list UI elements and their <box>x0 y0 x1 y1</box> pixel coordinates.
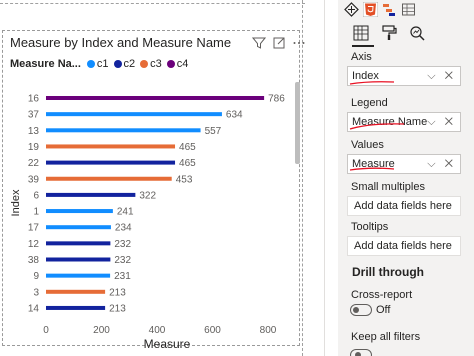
small-multiples-drop-zone[interactable]: Add data fields here <box>347 196 461 216</box>
bar[interactable] <box>46 128 201 133</box>
x-tick-label: 800 <box>260 325 277 336</box>
toggle-knob <box>355 352 361 356</box>
data-label: 465 <box>179 158 196 169</box>
small-multiples-label: Small multiples <box>351 181 425 193</box>
y-tick-label: 1 <box>33 207 39 218</box>
toggle-knob <box>353 307 359 313</box>
bar[interactable] <box>46 144 176 149</box>
x-tick-label: 600 <box>204 325 221 336</box>
keep-filters-label: Keep all filters <box>351 331 421 343</box>
y-tick-label: 9 <box>33 271 39 282</box>
active-tab-indicator <box>352 45 374 47</box>
pane-tabs <box>352 24 426 42</box>
bar[interactable] <box>46 241 111 246</box>
bar[interactable] <box>46 289 106 294</box>
data-label: 241 <box>117 207 134 218</box>
data-label: 453 <box>176 174 193 185</box>
annotation-underline-axis <box>349 81 395 85</box>
table-icon[interactable] <box>401 2 416 17</box>
bar[interactable] <box>46 257 111 262</box>
values-field-controls[interactable]: ⌵ ✕ <box>427 158 456 171</box>
axis-field-controls[interactable]: ⌵ ✕ <box>427 70 456 83</box>
x-tick-label: 0 <box>43 325 49 336</box>
bar[interactable] <box>46 305 106 310</box>
y-tick-label: 37 <box>28 110 40 121</box>
bar-chart-visual[interactable]: Measure by Index and Measure Name Measur… <box>0 0 305 356</box>
legend-field-controls[interactable]: ⌵ ✕ <box>427 116 456 129</box>
tooltips-label: Tooltips <box>351 221 389 233</box>
data-label: 232 <box>114 239 131 250</box>
data-label: 557 <box>205 126 222 137</box>
cross-report-state: Off <box>376 304 391 316</box>
html5-icon[interactable] <box>362 1 379 18</box>
panel-gap <box>305 0 324 356</box>
bar[interactable] <box>46 225 111 230</box>
tooltips-placeholder: Add data fields here <box>354 240 452 252</box>
x-tick-label: 200 <box>93 325 110 336</box>
bar[interactable] <box>46 112 222 117</box>
drill-through-heading: Drill through <box>352 265 424 279</box>
annotation-underline-values <box>349 167 395 171</box>
y-tick-label: 6 <box>33 190 39 201</box>
bar[interactable] <box>46 160 176 165</box>
cross-report-label: Cross-report <box>351 289 413 301</box>
y-tick-label: 16 <box>28 94 40 105</box>
y-tick-label: 13 <box>28 126 40 137</box>
fields-icon[interactable] <box>352 24 370 42</box>
bar[interactable] <box>46 192 136 197</box>
data-label: 213 <box>109 303 126 314</box>
y-tick-label: 17 <box>28 223 40 234</box>
hierarchy-icon[interactable] <box>382 2 397 17</box>
data-label: 213 <box>109 287 126 298</box>
data-label: 465 <box>179 142 196 153</box>
cross-report-toggle[interactable] <box>350 304 372 316</box>
data-label: 786 <box>268 94 285 105</box>
bar[interactable] <box>46 273 111 278</box>
bar[interactable] <box>46 176 172 181</box>
panel-separator <box>324 0 325 356</box>
data-label: 232 <box>114 255 131 266</box>
y-tick-label: 14 <box>28 303 40 314</box>
data-label: 322 <box>139 190 156 201</box>
y-tick-label: 38 <box>28 255 40 266</box>
keep-filters-toggle[interactable] <box>350 349 372 356</box>
data-label: 234 <box>115 223 132 234</box>
analytics-icon[interactable] <box>408 24 426 42</box>
y-tick-label: 39 <box>28 174 40 185</box>
bar[interactable] <box>46 209 113 214</box>
y-axis-title: Index <box>10 189 22 216</box>
small-multiples-placeholder: Add data fields here <box>354 200 452 212</box>
annotation-underline-legend <box>349 123 405 130</box>
chart-plot: 16 78637 63413 55719 46522 46539 4536 3221 24117… <box>10 94 285 352</box>
x-tick-label: 400 <box>149 325 166 336</box>
chart-scrollbar[interactable] <box>295 82 300 164</box>
visual-types-icon[interactable] <box>344 2 359 17</box>
data-label: 231 <box>114 271 131 282</box>
format-paintbrush-icon[interactable] <box>380 24 398 42</box>
y-tick-label: 19 <box>28 142 40 153</box>
y-tick-label: 12 <box>28 239 40 250</box>
visual-type-strip <box>344 1 416 18</box>
x-axis-title: Measure <box>144 337 191 351</box>
tooltips-drop-zone[interactable]: Add data fields here <box>347 236 461 256</box>
values-label: Values <box>351 139 384 151</box>
axis-label: Axis <box>351 51 372 63</box>
legend-label: Legend <box>351 97 388 109</box>
bar[interactable] <box>46 96 265 100</box>
y-tick-label: 3 <box>33 287 39 298</box>
data-label: 634 <box>226 110 243 121</box>
y-tick-label: 22 <box>28 158 40 169</box>
